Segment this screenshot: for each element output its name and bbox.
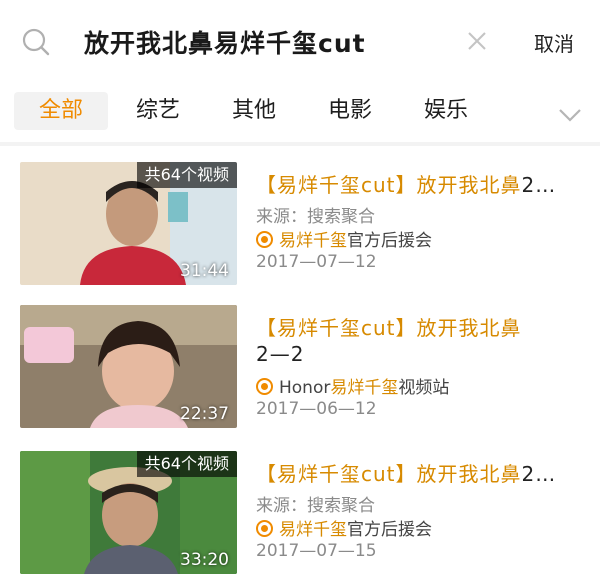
uploader-highlight: 易烊千玺 (279, 231, 347, 251)
video-count-badge: 共64个视频 (136, 451, 237, 477)
cancel-button[interactable]: 取消 (534, 28, 574, 57)
clear-icon[interactable] (466, 30, 488, 52)
title-tag: 【易烊千玺cut】 (256, 316, 417, 340)
category-tabs: 全部 综艺 其他 电影 娱乐 (0, 84, 600, 140)
result-item[interactable]: 共64个视频 31:44 【易烊千玺cut】放开我北鼻2… 来源：搜索聚合 易烊… (0, 162, 600, 302)
video-thumbnail[interactable]: 22:37 (20, 305, 237, 428)
uploader[interactable]: 易烊千玺官方后援会 (256, 226, 432, 251)
uploader-name: 官方后援会 (347, 520, 432, 540)
title-highlight: 放开我北鼻 (416, 316, 522, 340)
search-bar: 放开我北鼻易烊千玺cut 取消 (0, 0, 600, 84)
uploader[interactable]: 易烊千玺官方后援会 (256, 515, 432, 540)
video-count-badge: 共64个视频 (136, 162, 237, 188)
date-label: 2017—07—15 (256, 541, 377, 561)
video-thumbnail[interactable]: 共64个视频 31:44 (20, 162, 237, 285)
uploader-highlight: 易烊千玺 (330, 378, 399, 398)
duration-label: 33:20 (180, 550, 229, 570)
result-title[interactable]: 【易烊千玺cut】放开我北鼻 2—2 (256, 315, 586, 367)
divider (0, 142, 600, 146)
video-thumbnail[interactable]: 共64个视频 33:20 (20, 451, 237, 574)
title-highlight: 放开我北鼻 (416, 173, 522, 197)
uploader[interactable]: Honor易烊千玺视频站 (256, 373, 449, 398)
tab-entertainment[interactable]: 娱乐 (412, 92, 480, 130)
source-label: 来源：搜索聚合 (256, 207, 375, 227)
tab-all[interactable]: 全部 (14, 92, 108, 130)
uploader-icon (256, 378, 273, 395)
source-label: 来源：搜索聚合 (256, 496, 375, 516)
uploader-name: 视频站 (398, 378, 450, 398)
result-item[interactable]: 22:37 【易烊千玺cut】放开我北鼻 2—2 Honor易烊千玺视频站 201… (0, 305, 600, 445)
search-icon (22, 28, 50, 56)
uploader-name: 官方后援会 (347, 231, 432, 251)
title-rest: 2… (521, 173, 557, 197)
duration-label: 22:37 (180, 404, 229, 424)
search-input[interactable]: 放开我北鼻易烊千玺cut (84, 24, 366, 60)
date-label: 2017—07—12 (256, 252, 377, 272)
uploader-prefix: Honor (279, 378, 331, 398)
tab-variety[interactable]: 综艺 (124, 92, 192, 130)
uploader-icon (256, 520, 273, 537)
uploader-highlight: 易烊千玺 (279, 520, 347, 540)
uploader-icon (256, 231, 273, 248)
result-item[interactable]: 共64个视频 33:20 【易烊千玺cut】放开我北鼻2… 来源：搜索聚合 易烊… (0, 451, 600, 586)
chevron-down-icon[interactable] (556, 104, 584, 126)
title-rest: 2—2 (256, 342, 305, 366)
result-title[interactable]: 【易烊千玺cut】放开我北鼻2… (256, 461, 556, 487)
date-label: 2017—06—12 (256, 399, 377, 419)
title-tag: 【易烊千玺cut】 (256, 173, 417, 197)
tab-movie[interactable]: 电影 (316, 92, 384, 130)
title-tag: 【易烊千玺cut】 (256, 462, 417, 486)
result-title[interactable]: 【易烊千玺cut】放开我北鼻2… (256, 172, 556, 198)
duration-label: 31:44 (180, 261, 229, 281)
title-rest: 2… (521, 462, 557, 486)
tab-other[interactable]: 其他 (220, 92, 288, 130)
title-highlight: 放开我北鼻 (416, 462, 522, 486)
